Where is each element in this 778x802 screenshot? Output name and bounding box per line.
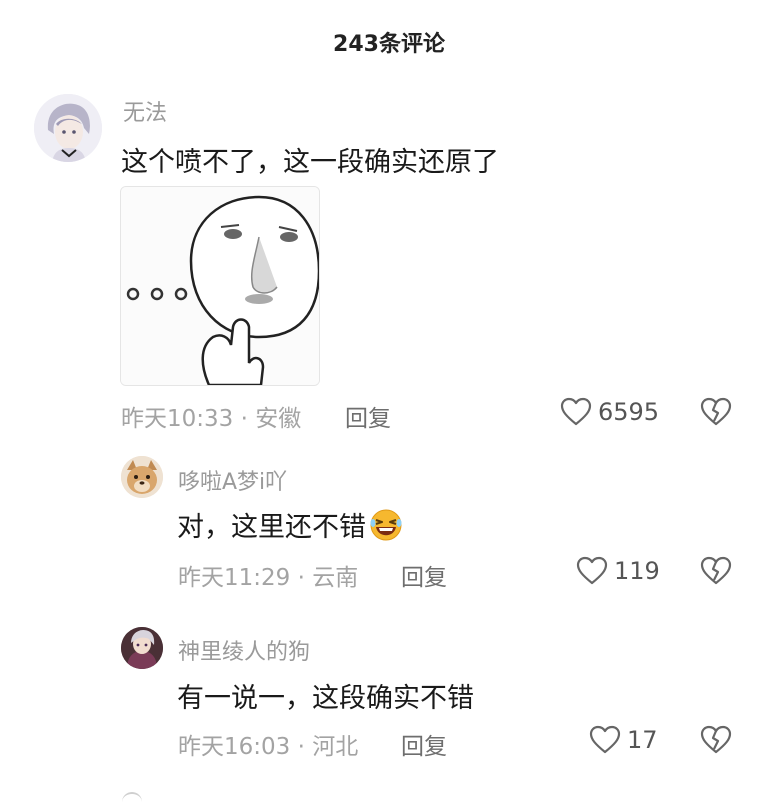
like-count: 119 — [614, 557, 660, 585]
broken-heart-icon[interactable] — [700, 725, 732, 755]
comment-location: 云南 — [312, 565, 359, 591]
avatar[interactable] — [121, 627, 163, 669]
like-count: 6595 — [598, 398, 660, 426]
broken-heart-icon[interactable] — [700, 397, 732, 427]
comment-location: 河北 — [312, 734, 359, 760]
meta-separator: · — [240, 406, 256, 432]
reply-button[interactable]: 回复 — [345, 399, 391, 433]
avatar[interactable] — [121, 456, 163, 498]
heart-icon[interactable] — [560, 397, 592, 427]
comment-meta: 昨天11:29 · 云南 — [178, 558, 358, 592]
comment-time: 昨天16:03 — [178, 734, 291, 760]
comment-text: 对，这里还不错 — [177, 505, 404, 544]
heart-icon[interactable] — [576, 556, 608, 586]
laughing-emoji-icon — [370, 509, 402, 541]
comment-time: 昨天11:29 — [178, 565, 291, 591]
heart-icon[interactable] — [589, 725, 621, 755]
avatar[interactable] — [34, 94, 102, 162]
comment-text: 有一说一，这段确实不错 — [177, 683, 474, 714]
comment-header: 243条评论 — [0, 0, 778, 86]
comment-username[interactable]: 神里绫人的狗 — [178, 634, 310, 666]
comment-count-title: 243条评论 — [333, 32, 445, 57]
meta-separator: · — [297, 565, 313, 591]
like-count: 17 — [627, 726, 658, 754]
comment-location: 安徽 — [255, 406, 302, 432]
comment-time: 昨天10:33 — [121, 406, 234, 432]
sticker-image[interactable] — [120, 186, 320, 386]
comment-text-body: 对，这里还不错 — [177, 512, 366, 543]
comment-username[interactable]: 哆啦A梦i吖 — [178, 464, 287, 496]
comment-meta: 昨天16:03 · 河北 — [178, 727, 358, 761]
comment-meta: 昨天10:33 · 安徽 — [121, 399, 301, 433]
next-comment-peek — [122, 792, 142, 802]
comment-text: 这个喷不了，这一段确实还原了 — [121, 147, 499, 178]
comment-username[interactable]: 无法 — [123, 95, 167, 127]
meta-separator: · — [297, 734, 313, 760]
reply-button[interactable]: 回复 — [401, 727, 447, 761]
reply-button[interactable]: 回复 — [401, 558, 447, 592]
broken-heart-icon[interactable] — [700, 556, 732, 586]
